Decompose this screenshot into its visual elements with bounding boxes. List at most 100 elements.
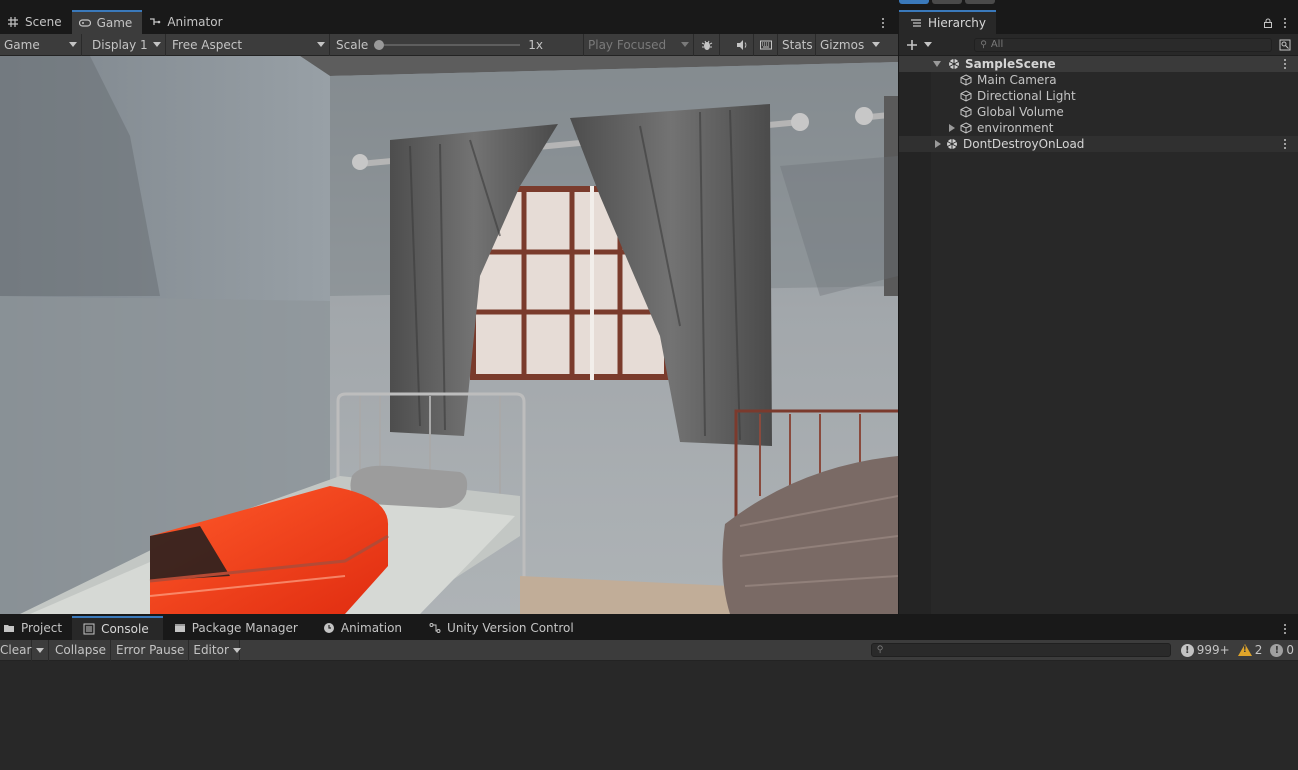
clear-button[interactable]: Clear [0,639,32,661]
keyboard-icon [759,38,773,52]
chevron-down-icon [69,42,77,47]
gizmos-dropdown[interactable] [862,34,884,56]
tab-console[interactable]: Console [72,616,163,640]
gizmos-label: Gizmos [820,37,865,52]
clear-label: Clear [0,643,32,657]
chevron-down-icon [317,42,325,47]
plus-icon [905,38,919,52]
aspect-label: Free Aspect [172,37,243,52]
chevron-down-icon [153,42,161,47]
scale-label: Scale [336,37,369,52]
hierarchy-menu-icon[interactable] [1280,16,1290,30]
game-mode-dropdown[interactable]: Game [0,33,82,56]
dontdestroy-menu-icon[interactable] [1280,137,1290,151]
display-label: Display 1 [92,37,148,52]
lock-icon[interactable] [1261,16,1275,30]
grid-icon [6,15,20,29]
branch-icon [428,621,442,635]
aspect-dropdown[interactable]: Free Aspect [166,33,330,56]
hierarchy-item-global-volume[interactable]: Global Volume [899,104,1298,120]
tab-version-control[interactable]: Unity Version Control [412,616,584,640]
tab-hierarchy-label: Hierarchy [928,16,987,30]
error-pause-label: Error Pause [116,643,185,657]
list-icon [909,16,923,30]
tab-game[interactable]: Game [71,10,143,34]
scale-slider[interactable] [374,39,521,50]
hierarchy-item-directional-light[interactable]: Directional Light [899,88,1298,104]
search-filter-icon[interactable] [1278,38,1292,52]
scale-control: Scale 1x [330,33,584,56]
chevron-down-icon [681,42,689,47]
shortcuts-button[interactable] [754,33,778,56]
hierarchy-tabbar: Hierarchy [899,10,1298,34]
hierarchy-item-main-camera[interactable]: Main Camera [899,72,1298,88]
toolbar-button-layout[interactable] [899,0,929,4]
play-mode-dropdown[interactable]: Play Focused [584,33,694,56]
expand-arrow-icon[interactable] [949,124,955,132]
scene-name: SampleScene [965,57,1056,71]
game-panel-menu-icon[interactable] [878,16,888,30]
tab-game-label: Game [96,16,133,30]
game-mode-label: Game [4,37,40,52]
tab-animator[interactable]: Animator [142,10,232,34]
console-log-area[interactable] [0,661,1298,770]
hierarchy-search-input[interactable]: ⚲ All [974,37,1273,52]
warning-count: 2 [1254,643,1263,657]
editor-dropdown[interactable]: Editor [189,639,241,661]
gizmos-button[interactable]: Gizmos [816,34,865,56]
error-pause-toggle[interactable]: Error Pause [111,639,190,661]
error-count-toggle[interactable]: ! 0 [1266,640,1298,661]
hierarchy-item-label: Main Camera [977,73,1057,87]
game-viewport[interactable] [0,56,898,614]
hierarchy-item-label: environment [977,121,1054,135]
toolbar-button-account[interactable] [932,0,962,4]
chevron-down-icon [232,647,241,653]
tab-scene-label: Scene [25,15,62,29]
hierarchy-search-placeholder: All [990,39,1004,50]
tab-project-label: Project [21,621,63,635]
toolbar-button-cloud[interactable] [965,0,995,4]
unity-scene-icon [947,57,961,71]
error-count: 0 [1286,643,1294,657]
scale-slider-track [374,43,521,46]
tab-hierarchy[interactable]: Hierarchy [899,10,997,34]
hierarchy-scene-row[interactable]: SampleScene [899,56,1298,72]
bug-button[interactable] [694,33,720,56]
tab-package-manager[interactable]: Package Manager [163,616,308,640]
stats-button[interactable]: Stats [778,33,816,56]
package-icon [173,621,187,635]
collapse-label: Collapse [55,643,106,657]
console-panel-menu-icon[interactable] [1280,622,1290,636]
bug-icon [700,38,714,52]
tab-scene[interactable]: Scene [0,10,72,34]
gameobject-cube-icon [959,89,973,103]
game-toolbar: Game Display 1 Free Aspect Scale 1x Play… [0,33,898,56]
gamepad-icon [78,16,92,30]
tab-version-control-label: Unity Version Control [447,621,574,635]
tab-animation[interactable]: Animation [308,616,412,640]
scale-value: 1x [528,37,544,52]
info-icon: ! [1180,643,1194,657]
scene-menu-icon[interactable] [1280,57,1290,71]
log-count-toggle[interactable]: ! 999+ [1177,640,1234,661]
collapse-toggle[interactable]: Collapse [49,639,111,661]
display-dropdown[interactable]: Display 1 [82,33,166,56]
mute-audio-button[interactable] [730,33,754,56]
expand-arrow-icon[interactable] [933,61,941,67]
folder-icon [2,621,16,635]
warning-count-toggle[interactable]: 2 [1234,640,1267,661]
hierarchy-toolbar: ⚲ All [899,34,1298,56]
tab-animation-label: Animation [340,621,403,635]
tab-project[interactable]: Project [0,616,72,640]
error-icon: ! [1270,643,1284,657]
hierarchy-item-label: Global Volume [977,105,1064,119]
clear-options-dropdown[interactable] [32,639,49,661]
expand-arrow-icon[interactable] [935,140,941,148]
hierarchy-item-environment[interactable]: environment [899,120,1298,136]
console-search-input[interactable]: ⚲ [870,643,1171,657]
chevron-down-icon [36,647,44,653]
clock-icon [322,621,336,635]
scale-slider-knob[interactable] [374,39,385,50]
create-button[interactable] [905,38,933,52]
hierarchy-dontdestroy-row[interactable]: DontDestroyOnLoad [899,136,1298,152]
